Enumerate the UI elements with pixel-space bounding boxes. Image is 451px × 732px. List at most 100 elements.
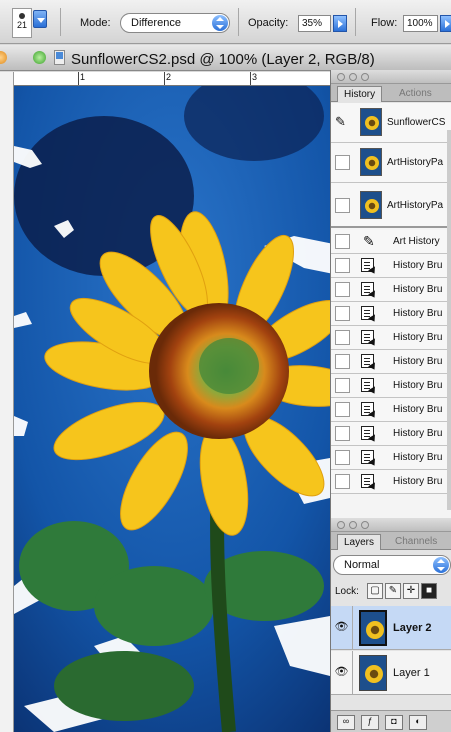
history-source-checkbox[interactable]	[335, 234, 350, 249]
history-snapshot[interactable]: ✎ SunflowerCS	[331, 103, 451, 143]
minimize-icon[interactable]	[0, 51, 7, 64]
mode-select[interactable]: Difference	[120, 13, 230, 33]
history-step[interactable]: History Bru	[331, 422, 451, 446]
panel-close-icon[interactable]	[337, 73, 345, 81]
layers-panel: Layers Channels Normal Lock: ▢ ✎ ✛ ■ 👁 L…	[330, 518, 451, 732]
adjustment-layer-icon[interactable]: ◐	[409, 715, 427, 730]
divider	[238, 8, 239, 36]
history-source-checkbox[interactable]	[335, 354, 350, 369]
history-step[interactable]: History Bru	[331, 326, 451, 350]
tab-channels[interactable]: Channels	[389, 534, 443, 550]
layer-style-icon[interactable]: ƒ	[361, 715, 379, 730]
history-item-label: History Bru	[393, 380, 443, 391]
history-step[interactable]: History Bru	[331, 470, 451, 494]
layer-name: Layer 2	[393, 622, 432, 634]
flow-input[interactable]: 100%	[403, 15, 438, 32]
vertical-ruler[interactable]	[0, 72, 14, 732]
history-source-checkbox[interactable]	[335, 402, 350, 417]
blend-mode-select[interactable]: Normal	[333, 555, 451, 575]
link-layers-icon[interactable]: ∞	[337, 715, 355, 730]
history-item-label: History Bru	[393, 284, 443, 295]
panel-minimize-icon[interactable]	[349, 521, 357, 529]
history-item-label: SunflowerCS	[387, 117, 446, 128]
history-source-checkbox[interactable]	[335, 198, 350, 213]
history-scrollbar[interactable]	[447, 130, 451, 510]
layer-thumbnail	[359, 610, 387, 646]
history-item-label: History Bru	[393, 452, 443, 463]
layers-tabs: Layers Channels	[331, 532, 451, 550]
panel-zoom-icon[interactable]	[361, 521, 369, 529]
opacity-slider-button[interactable]	[333, 15, 347, 32]
lock-position-icon[interactable]: ✛	[403, 583, 419, 599]
visibility-eye-icon[interactable]: 👁	[331, 651, 353, 695]
brush-tip-icon	[19, 13, 25, 19]
history-source-checkbox[interactable]	[335, 378, 350, 393]
panel-minimize-icon[interactable]	[349, 73, 357, 81]
history-source-checkbox[interactable]	[335, 155, 350, 170]
layer-row[interactable]: 👁 Layer 2	[331, 606, 451, 650]
history-step[interactable]: History Bru	[331, 278, 451, 302]
visibility-eye-icon[interactable]: 👁	[331, 606, 353, 650]
mode-label: Mode:	[80, 17, 111, 29]
history-step[interactable]: History Bru	[331, 302, 451, 326]
history-brush-source-icon[interactable]: ✎	[335, 114, 346, 130]
history-source-checkbox[interactable]	[335, 282, 350, 297]
history-source-checkbox[interactable]	[335, 258, 350, 273]
tab-history[interactable]: History	[337, 86, 383, 102]
history-tabs: History Actions	[331, 84, 451, 102]
flow-label: Flow:	[371, 17, 398, 29]
snapshot-thumbnail	[360, 148, 382, 176]
brush-preset-picker[interactable]: 21	[12, 8, 32, 38]
brush-size: 21	[16, 20, 27, 30]
history-brush-step-icon	[361, 426, 374, 440]
history-item-label: History Bru	[393, 332, 443, 343]
history-step[interactable]: History Bru	[331, 374, 451, 398]
panel-close-icon[interactable]	[337, 521, 345, 529]
ruler-mark: 1	[80, 72, 86, 82]
history-panel: History Actions ✎ SunflowerCS ArtHistory…	[330, 70, 451, 518]
history-step[interactable]: ✎ Art History	[331, 230, 451, 254]
opacity-label: Opacity:	[248, 17, 289, 29]
history-item-label: History Bru	[393, 476, 443, 487]
lock-image-icon[interactable]: ✎	[385, 583, 401, 599]
history-list[interactable]: ✎ SunflowerCS ArtHistoryPa ArtHistoryPa …	[331, 103, 451, 518]
history-source-checkbox[interactable]	[335, 450, 350, 465]
history-source-checkbox[interactable]	[335, 330, 350, 345]
lock-label: Lock:	[335, 586, 359, 597]
history-snapshot[interactable]: ArtHistoryPa	[331, 183, 451, 228]
history-snapshot[interactable]: ArtHistoryPa	[331, 143, 451, 183]
history-item-label: History Bru	[393, 356, 443, 367]
layer-mask-icon[interactable]: ◘	[385, 715, 403, 730]
history-step[interactable]: History Bru	[331, 254, 451, 278]
history-step[interactable]: History Bru	[331, 350, 451, 374]
history-step[interactable]: History Bru	[331, 446, 451, 470]
layer-name: Layer 1	[393, 667, 430, 679]
panel-zoom-icon[interactable]	[361, 73, 369, 81]
brush-picker-dropdown-button[interactable]	[33, 10, 47, 28]
document-title: SunflowerCS2.psd @ 100% (Layer 2, RGB/8)	[71, 51, 375, 68]
history-source-checkbox[interactable]	[335, 306, 350, 321]
select-stepper-icon	[433, 557, 449, 573]
history-item-label: History Bru	[393, 308, 443, 319]
flow-slider-button[interactable]	[440, 15, 451, 32]
snapshot-thumbnail	[360, 191, 382, 219]
history-item-label: History Bru	[393, 260, 443, 271]
panel-header	[331, 70, 451, 84]
history-source-checkbox[interactable]	[335, 474, 350, 489]
tab-actions[interactable]: Actions	[393, 86, 438, 102]
history-source-checkbox[interactable]	[335, 426, 350, 441]
layer-row[interactable]: 👁 Layer 1	[331, 651, 451, 695]
opacity-input[interactable]: 35%	[298, 15, 331, 32]
tab-layers[interactable]: Layers	[337, 534, 382, 550]
lock-all-icon[interactable]: ■	[421, 583, 437, 599]
history-item-label: ArtHistoryPa	[387, 200, 444, 211]
lock-transparency-icon[interactable]: ▢	[367, 583, 383, 599]
document-proxy-icon[interactable]	[54, 50, 65, 65]
history-item-label: History Bru	[393, 404, 443, 415]
history-step[interactable]: History Bru	[331, 398, 451, 422]
image-canvas[interactable]	[14, 86, 330, 732]
horizontal-ruler[interactable]: 1 2 3	[14, 72, 330, 86]
zoom-icon[interactable]	[33, 51, 46, 64]
lock-controls: Lock: ▢ ✎ ✛ ■	[331, 580, 451, 604]
ruler-tick	[250, 72, 251, 85]
